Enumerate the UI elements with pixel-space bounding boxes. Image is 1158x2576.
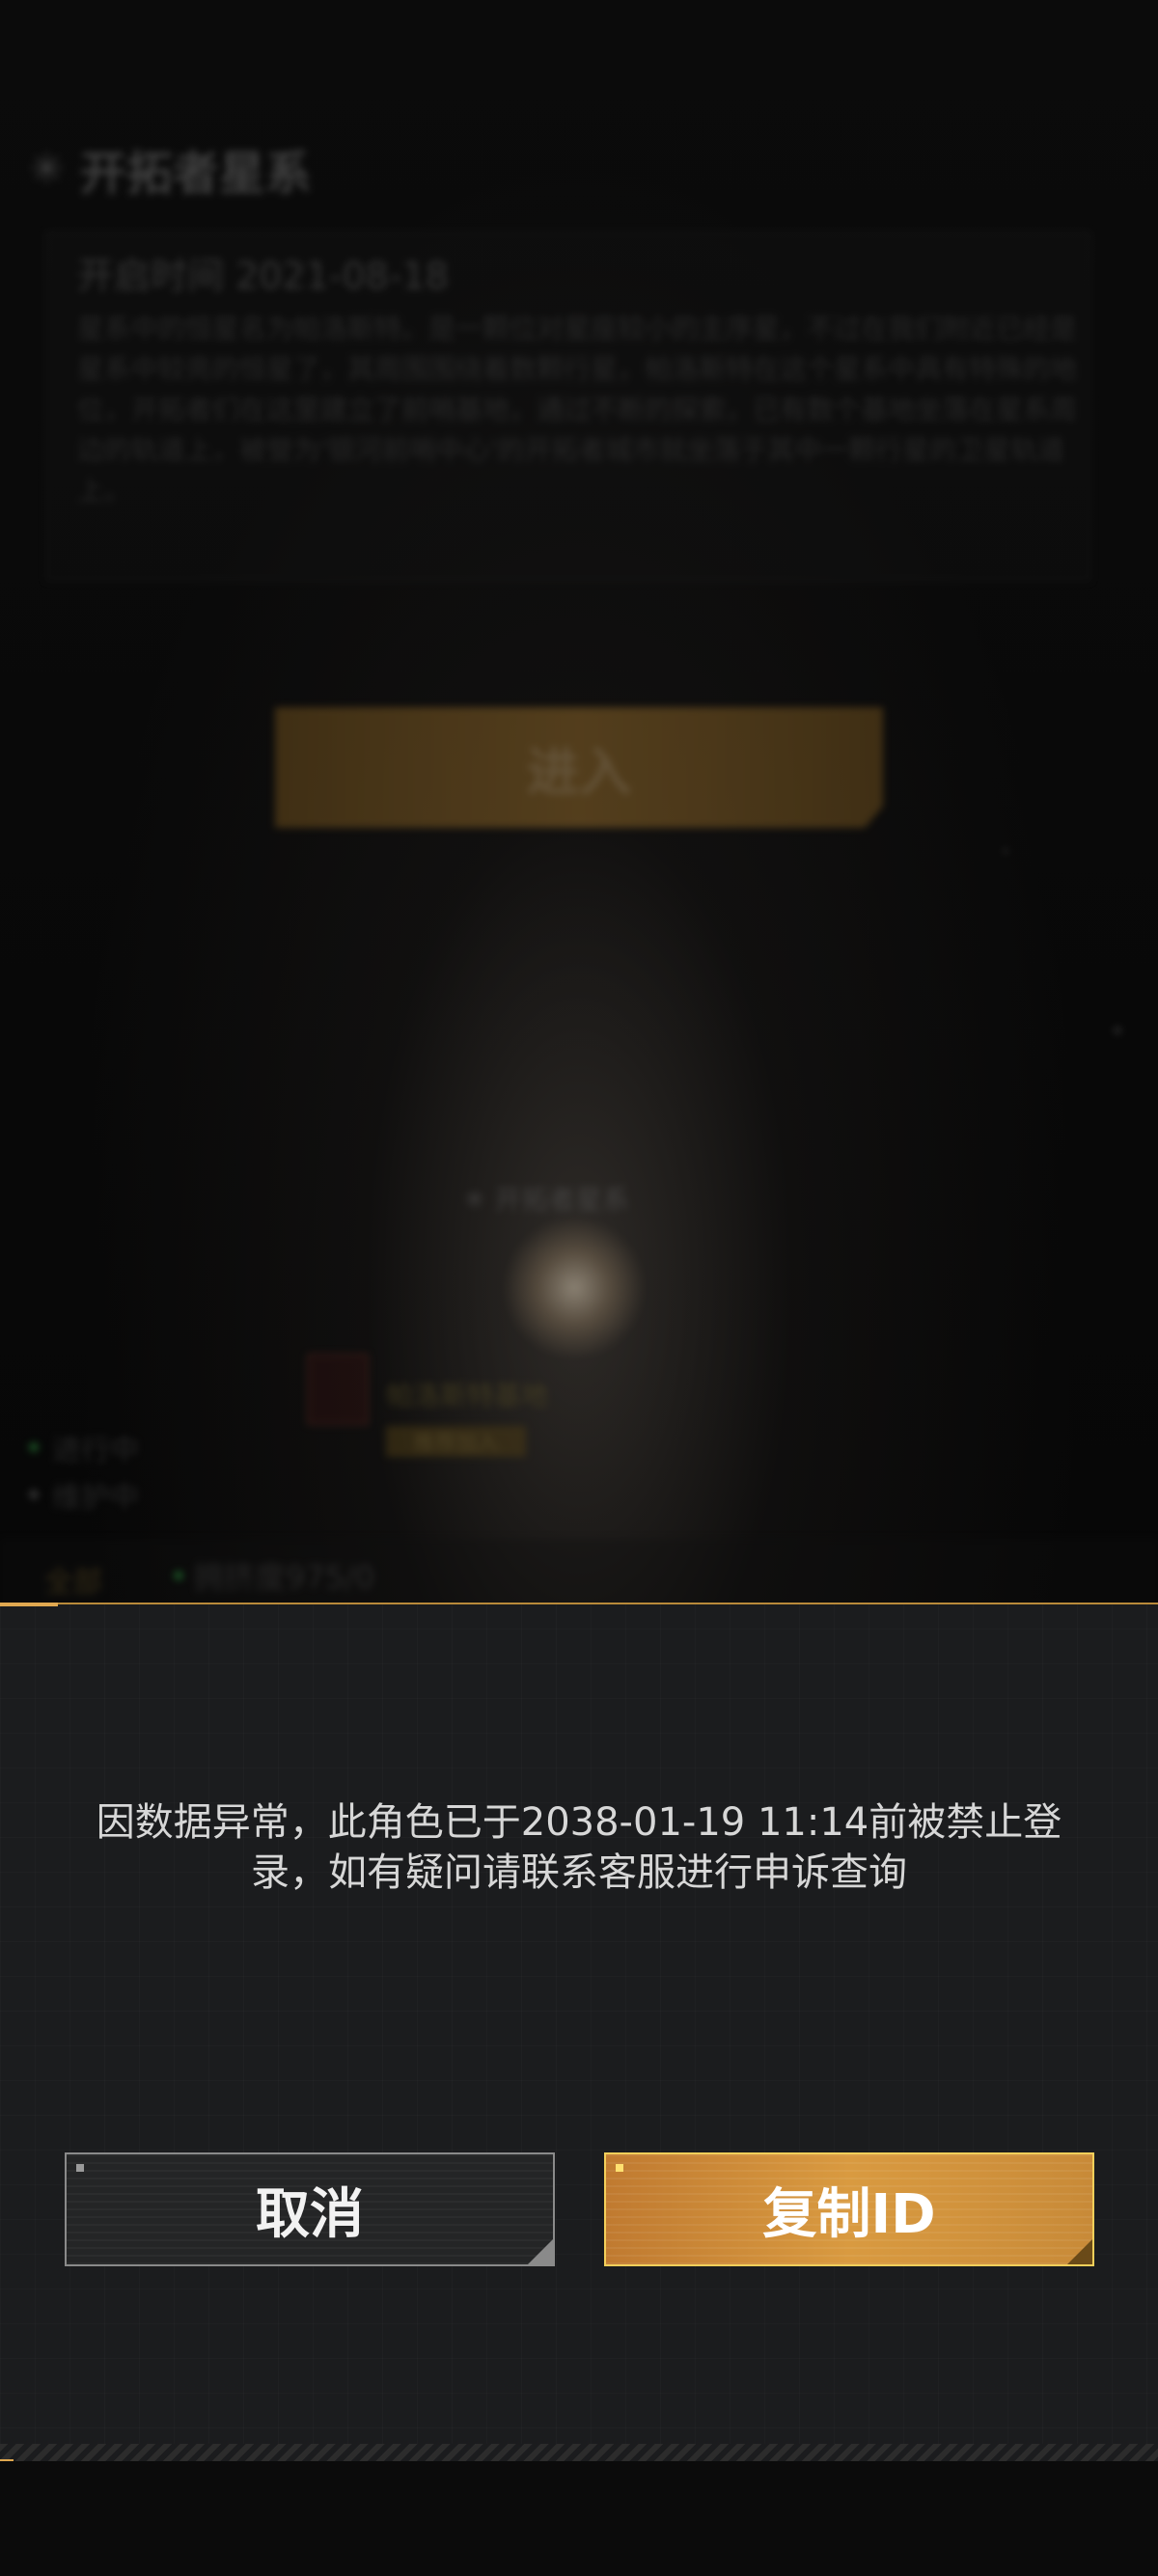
corner-notch-icon — [528, 2239, 553, 2264]
corner-dot-icon — [616, 2164, 623, 2172]
base-marker-text: 帕洛斯特基地 — [386, 1380, 549, 1411]
background-date: 开启时间 2021-08-18 — [77, 255, 449, 297]
star-dot — [1115, 1028, 1120, 1033]
background-header-title: 开拓者星系 — [79, 147, 312, 201]
copy-id-button[interactable]: 复制ID — [604, 2152, 1094, 2266]
star-icon: ✳ — [463, 1184, 495, 1216]
star-glow — [502, 1216, 647, 1360]
background-online-count: 拥挤度975/0 — [174, 1553, 374, 1598]
running-dot-icon — [29, 1442, 39, 1452]
legend-running-label: 进行中 — [52, 1434, 139, 1467]
dialog-top-accent — [0, 1603, 58, 1606]
legend-maintenance: 维护中 — [29, 1473, 139, 1516]
copy-id-button-label: 复制ID — [762, 2182, 936, 2246]
online-count-text: 拥挤度975/0 — [193, 1559, 375, 1596]
ban-message: 因数据异常，此角色已于2038-01-19 11:14前被禁止登录，如有疑问请联… — [96, 1800, 1062, 1895]
background-planet-label: ✳ 开拓者星系 — [463, 1179, 629, 1218]
base-marker-tag: 推荐加入 — [386, 1426, 526, 1457]
cancel-button-label: 取消 — [256, 2182, 364, 2246]
legend-running: 进行中 — [29, 1426, 139, 1468]
background-header: ✳ 开拓者星系 — [29, 135, 312, 203]
background-server-select: ✳ 开拓者星系 开启时间 2021-08-18 星系中的恒星名为帕洛斯特。是一颗… — [0, 0, 1158, 1606]
game-screen: ✳ 开拓者星系 开启时间 2021-08-18 星系中的恒星名为帕洛斯特。是一颗… — [0, 0, 1158, 2576]
background-enter-button: 进入 — [275, 707, 883, 828]
legend-maintenance-label: 维护中 — [52, 1481, 139, 1515]
base-marker-icon — [307, 1354, 369, 1425]
planet-label-text: 开拓者星系 — [494, 1184, 630, 1216]
corner-dot-icon — [76, 2164, 84, 2172]
bottom-area — [0, 2461, 1158, 2576]
ban-notice-dialog: 因数据异常，此角色已于2038-01-19 11:14前被禁止登录，如有疑问请联… — [0, 1603, 1158, 2463]
background-tab: 全部 — [44, 1566, 102, 1600]
star-icon: ✳ — [29, 144, 65, 194]
star-dot — [1004, 849, 1007, 853]
corner-notch-icon — [1067, 2239, 1092, 2264]
dialog-bottom-stripe — [0, 2444, 1158, 2463]
online-dot-icon — [174, 1571, 183, 1580]
maintenance-dot-icon — [29, 1490, 39, 1499]
background-description: 星系中的恒星名为帕洛斯特。是一颗位对星座较小的主序星，不过在我们附近已经是星系中… — [77, 313, 1078, 507]
cancel-button[interactable]: 取消 — [65, 2152, 555, 2266]
